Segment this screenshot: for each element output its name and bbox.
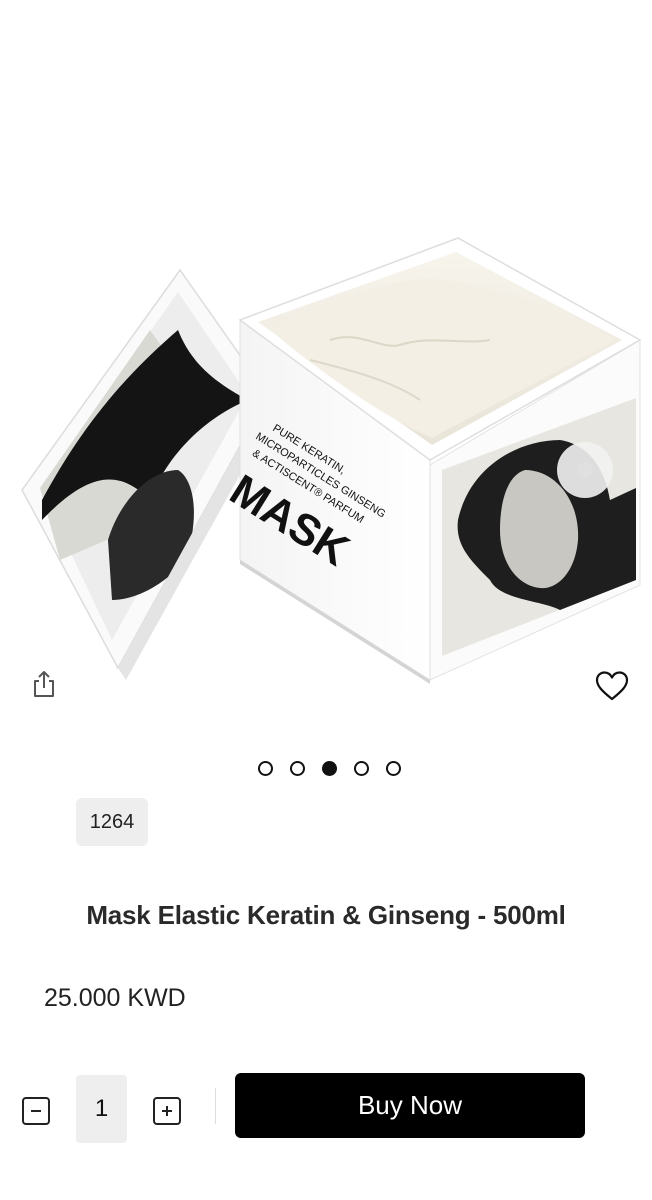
buy-now-button[interactable]: Buy Now [235, 1073, 585, 1138]
share-button[interactable] [24, 664, 64, 704]
gallery-dot[interactable] [289, 760, 305, 776]
gallery-dot[interactable] [257, 760, 273, 776]
quantity-field[interactable]: 1 [76, 1075, 127, 1143]
product-gallery[interactable]: PURE KERATIN, MICROPARTICLES GINSENG & A… [0, 0, 652, 730]
product-title: Mask Elastic Keratin & Ginseng - 500ml [86, 900, 566, 930]
minus-icon [31, 1110, 41, 1112]
share-icon [34, 671, 54, 697]
sku-badge: 1264 [76, 798, 148, 846]
product-image: PURE KERATIN, MICROPARTICLES GINSENG & A… [21, 237, 642, 684]
quantity-decrease-button[interactable] [22, 1097, 50, 1125]
gallery-dot[interactable] [385, 760, 401, 776]
favorite-button[interactable] [590, 664, 634, 708]
divider [215, 1088, 216, 1124]
gallery-dot[interactable] [353, 760, 369, 776]
quantity-increase-button[interactable] [153, 1097, 181, 1125]
gallery-dot-active[interactable] [321, 760, 337, 776]
heart-icon [595, 671, 629, 701]
product-price: 25.000 KWD [44, 984, 186, 1012]
gallery-pagination [0, 758, 652, 778]
plus-icon [162, 1106, 172, 1116]
